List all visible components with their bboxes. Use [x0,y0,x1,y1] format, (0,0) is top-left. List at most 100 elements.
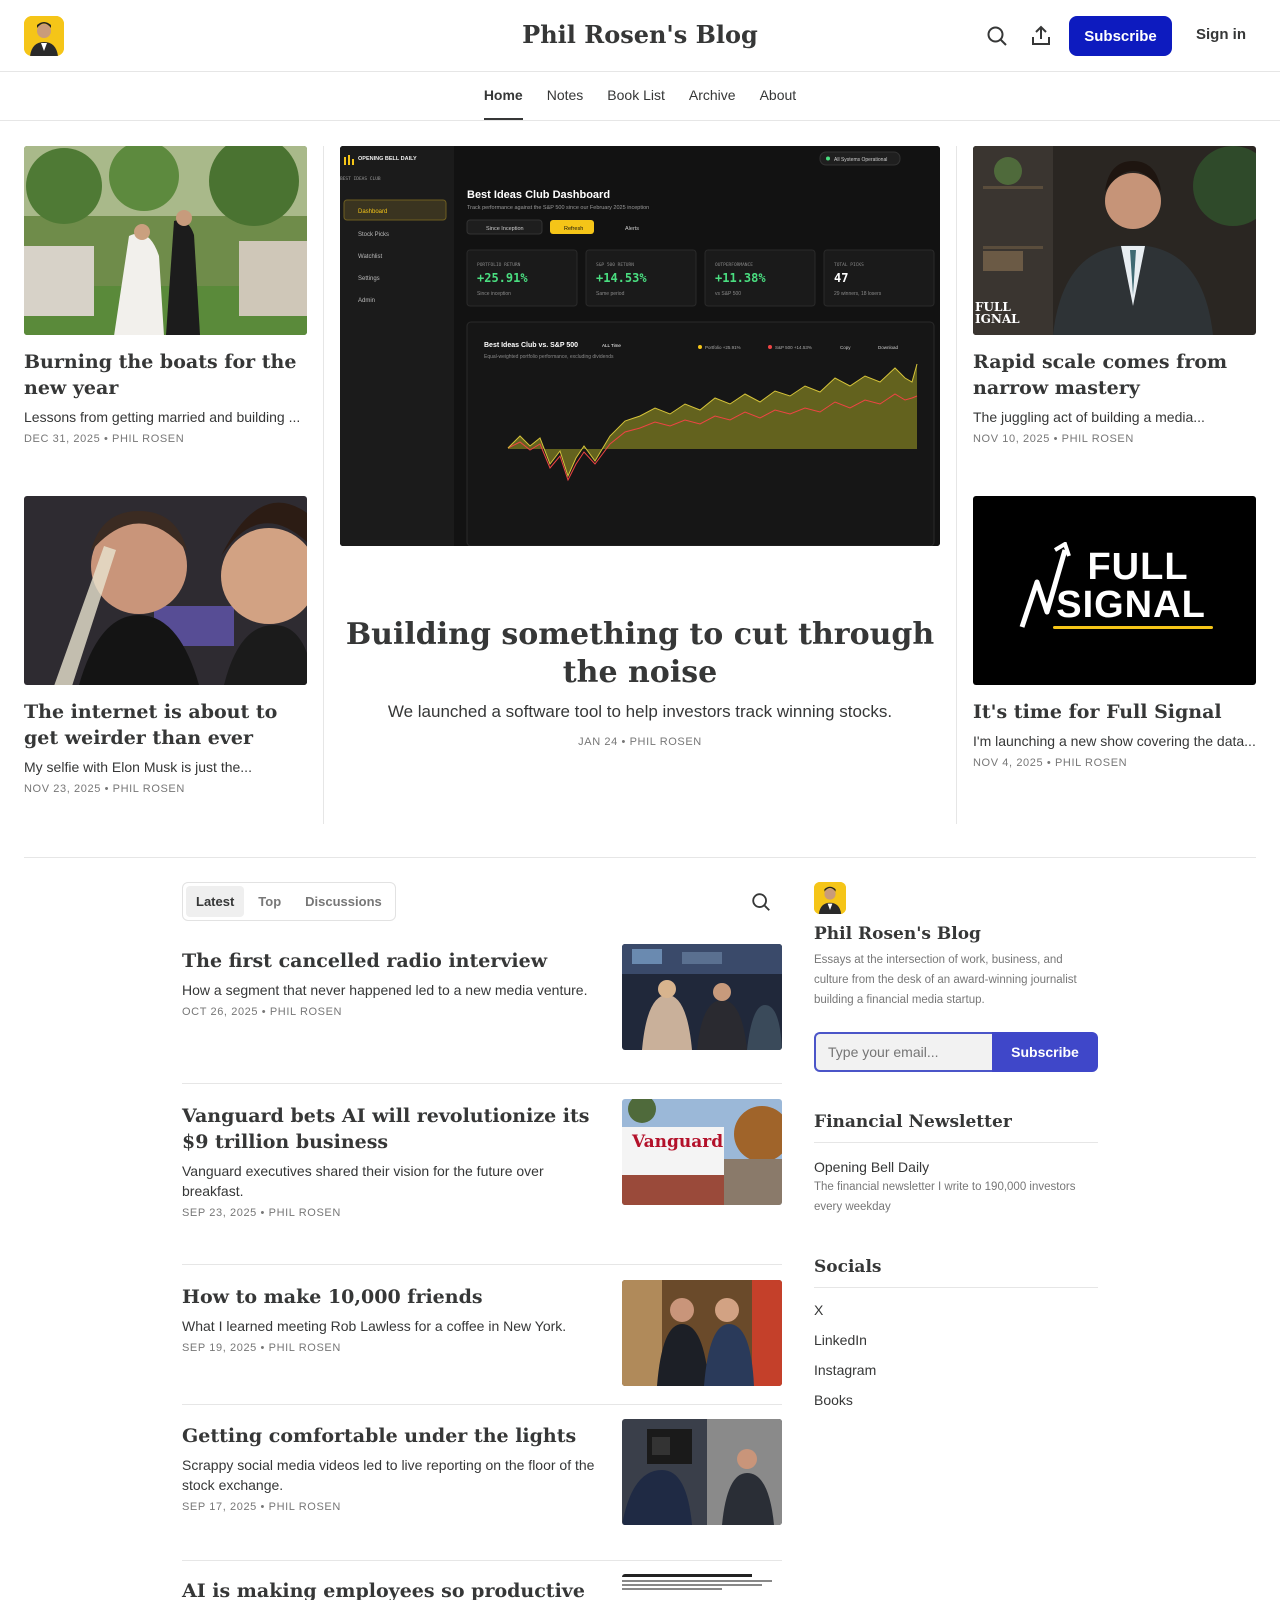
sign-in-link[interactable]: Sign in [1196,26,1246,43]
sidebar-site-name[interactable]: Phil Rosen's Blog [814,924,1098,944]
post-meta: DEC 31, 2025 • PHIL ROSEN [24,433,185,445]
post-filter-tabs: Latest Top Discussions [182,882,396,921]
search-icon[interactable] [985,24,1009,48]
chart-legend: S&P 500 +14.53% [775,345,812,350]
post-image[interactable] [24,146,307,335]
post-divider [182,1083,782,1084]
kpi-value: +25.91% [477,271,528,285]
post-title[interactable]: Rapid scale comes from narrow mastery [973,349,1256,401]
dashboard-menu-item: Dashboard [358,209,387,215]
post-meta: SEP 23, 2025 • PHIL ROSEN [182,1207,341,1219]
chart-subtitle: Equal-weighted portfolio performance, ex… [484,354,614,360]
post-image[interactable]: FULL IGNAL [973,146,1256,335]
sidebar: Phil Rosen's Blog Essays at the intersec… [814,882,1098,1408]
column-divider [956,146,957,824]
social-link-instagram[interactable]: Instagram [814,1362,1098,1378]
section-divider [24,857,1256,858]
chart-action: Copy [840,345,851,350]
subscribe-form: Subscribe [814,1032,1098,1072]
post-title[interactable]: Getting comfortable under the lights [182,1423,602,1449]
post-thumbnail[interactable] [622,1419,782,1525]
kpi-value: +11.38% [715,271,766,285]
top-bar: Phil Rosen's Blog Subscribe Sign in [0,0,1280,72]
tab-latest[interactable]: Latest [186,886,245,917]
post-divider [182,1264,782,1265]
social-link-linkedin[interactable]: LinkedIn [814,1332,1098,1348]
tab-discussions[interactable]: Discussions [295,886,392,917]
logo-text-full: FULL [1087,546,1189,588]
search-icon[interactable] [750,891,772,913]
post-image[interactable]: FULL SIGNAL [973,496,1256,685]
dashboard-title: Best Ideas Club Dashboard [467,189,610,201]
share-icon[interactable] [1029,24,1053,48]
chart-legend: Portfolio +25.91% [705,345,741,350]
kpi-label: OUTPERFORMANCE [715,262,753,268]
post-list-item[interactable]: Getting comfortable under the lights Scr… [182,1419,782,1525]
hero-title[interactable]: Building something to cut through the no… [340,616,940,692]
dashboard-subtitle: Track performance against the S&P 500 si… [467,205,649,211]
sidebar-subscribe-button[interactable]: Subscribe [992,1032,1098,1072]
kpi-label: PORTFOLIO RETURN [477,262,521,268]
socials-heading: Socials [814,1257,1098,1288]
post-thumbnail[interactable] [622,1574,782,1600]
dashboard-brand: OPENING BELL DAILY [358,156,417,162]
post-title[interactable]: Vanguard bets AI will revolutionize its … [182,1103,602,1155]
post-thumbnail[interactable] [622,1280,782,1386]
post-title[interactable]: The internet is about to get weirder tha… [24,699,307,751]
main-nav: Home Notes Book List Archive About [0,72,1280,121]
chart-title: Best Ideas Club vs. S&P 500 [484,342,578,349]
newsletter-heading: Financial Newsletter [814,1112,1098,1143]
post-thumbnail[interactable]: Vanguard [622,1099,782,1205]
post-image-text: Vanguard [632,1132,724,1152]
dashboard-control: Refresh [564,226,583,232]
email-field[interactable] [814,1032,992,1072]
post-subtitle: Vanguard executives shared their vision … [182,1163,544,1199]
social-link-books[interactable]: Books [814,1392,1098,1408]
featured-post-card[interactable]: FULL SIGNAL It's time for Full Signal I'… [973,496,1256,769]
post-subtitle: The juggling act of building a media... [973,409,1205,425]
kpi-note: vs S&P 500 [715,291,741,297]
post-meta: NOV 4, 2025 • PHIL ROSEN [973,757,1128,769]
post-subtitle: My selfie with Elon Musk is just the... [24,759,252,775]
post-thumbnail[interactable] [622,944,782,1050]
nav-archive[interactable]: Archive [689,72,736,120]
post-subtitle: How a segment that never happened led to… [182,982,588,998]
post-title[interactable]: It's time for Full Signal [973,699,1256,725]
newsletter-link[interactable]: Opening Bell Daily [814,1159,1098,1175]
sidebar-description: Essays at the intersection of work, busi… [814,954,1077,1006]
dashboard-status: All Systems Operational [834,157,887,163]
post-divider [182,1404,782,1405]
post-list-item[interactable]: Vanguard bets AI will revolutionize its … [182,1099,782,1219]
nav-about[interactable]: About [760,72,797,120]
chart-action: Download [878,345,899,350]
post-subtitle: Lessons from getting married and buildin… [24,409,301,425]
subscribe-button[interactable]: Subscribe [1069,16,1172,56]
column-divider [323,146,324,824]
dashboard-menu-item: Watchlist [358,254,382,260]
social-link-x[interactable]: X [814,1302,1098,1318]
post-title[interactable]: AI is making employees so productive tha… [182,1578,602,1600]
post-meta: NOV 23, 2025 • PHIL ROSEN [24,783,185,795]
kpi-label: TOTAL PICKS [834,262,864,268]
nav-home[interactable]: Home [483,72,523,120]
featured-post-card[interactable]: FULL IGNAL Rapid scale comes from narrow… [973,146,1256,445]
site-logo[interactable] [24,16,64,56]
post-divider [182,1560,782,1561]
logo-text-signal: SIGNAL [1056,584,1206,626]
featured-post-card[interactable]: The internet is about to get weirder tha… [24,496,307,795]
post-title[interactable]: Burning the boats for the new year [24,349,307,401]
post-list-item[interactable]: How to make 10,000 friends What I learne… [182,1280,782,1386]
post-list-item[interactable]: The first cancelled radio interview How … [182,944,782,1050]
post-title[interactable]: How to make 10,000 friends [182,1284,602,1310]
kpi-note: Same period [596,291,625,297]
nav-book-list[interactable]: Book List [607,72,665,120]
hero-image-dashboard[interactable]: OPENING BELL DAILY BEST IDEAS CLUB Dashb… [340,146,940,546]
post-list-item[interactable]: AI is making employees so productive tha… [182,1574,782,1600]
featured-post-card[interactable]: Burning the boats for the new year Lesso… [24,146,307,445]
post-title[interactable]: The first cancelled radio interview [182,948,602,974]
post-image[interactable] [24,496,307,685]
nav-notes[interactable]: Notes [547,72,584,120]
post-subtitle: What I learned meeting Rob Lawless for a… [182,1318,567,1334]
tab-top[interactable]: Top [248,886,291,917]
sidebar-logo[interactable] [814,882,846,914]
